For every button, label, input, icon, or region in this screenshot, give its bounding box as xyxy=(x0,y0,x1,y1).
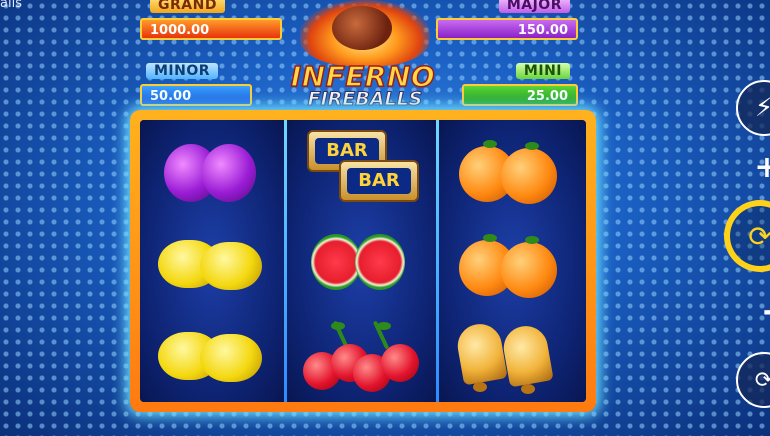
bar-symbol-bottom: BAR xyxy=(339,160,419,202)
jackpot-grand: 1000.00 GRAND xyxy=(136,0,286,40)
symbol-watermelons xyxy=(287,214,436,308)
jackpot-mini: 25.00 MINI xyxy=(458,63,582,106)
orange-leaf xyxy=(525,142,539,150)
autoplay-icon: ⟳ xyxy=(754,367,770,393)
logo-subtitle: FIREBALLS xyxy=(307,88,423,111)
reel-area: BAR BAR xyxy=(140,120,586,402)
jackpot-grand-label: GRAND xyxy=(150,0,225,13)
jackpot-major-label: MAJOR xyxy=(498,0,570,13)
symbol-oranges xyxy=(439,120,586,214)
symbol-oranges xyxy=(439,214,586,308)
bet-increase-button[interactable]: + xyxy=(752,150,770,185)
bell-clapper xyxy=(521,384,535,394)
jackpot-grand-value: 1000.00 xyxy=(140,18,282,40)
orange-leaf xyxy=(483,140,497,148)
jackpot-mini-label: MINI xyxy=(515,63,570,79)
symbol-lemons xyxy=(140,214,284,308)
watermelon xyxy=(311,234,361,290)
cherry xyxy=(381,344,419,382)
autoplay-button[interactable]: ⟳ xyxy=(736,352,770,408)
bell xyxy=(500,322,554,388)
lemon xyxy=(200,334,262,382)
watermelon xyxy=(355,234,405,290)
jackpot-minor: 50.00 MINOR xyxy=(136,63,256,106)
jackpot-minor-value: 50.00 xyxy=(140,84,252,106)
spin-button[interactable]: ⟳ xyxy=(724,200,770,272)
browser-tab-title: alls xyxy=(0,0,22,11)
plum xyxy=(202,144,256,202)
reel-frame: BAR BAR xyxy=(130,110,596,412)
symbol-lemons xyxy=(140,308,284,402)
cherry-leaf xyxy=(377,322,391,330)
symbol-plums xyxy=(140,120,284,214)
symbol-bells xyxy=(439,308,586,402)
lemon xyxy=(200,242,262,290)
jackpot-mini-value: 25.00 xyxy=(462,84,578,106)
lightning-icon: ⚡ xyxy=(754,93,770,123)
spin-arrow-icon: ⟳ xyxy=(748,219,770,253)
cherry-leaf xyxy=(331,322,345,330)
bell xyxy=(454,320,508,386)
bet-decrease-button[interactable]: - xyxy=(754,294,770,329)
bell-clapper xyxy=(473,382,487,392)
bar-label: BAR xyxy=(347,168,411,194)
jackpot-major: 150.00 MAJOR xyxy=(432,0,582,40)
logo-fireball xyxy=(332,6,392,50)
orange-leaf xyxy=(525,236,539,244)
symbol-bar: BAR BAR xyxy=(287,120,436,214)
jackpot-major-value: 150.00 xyxy=(436,18,578,40)
turbo-button[interactable]: ⚡ xyxy=(736,80,770,136)
orange xyxy=(501,242,557,298)
orange-leaf xyxy=(483,234,497,242)
symbol-cherries xyxy=(287,308,436,402)
jackpot-minor-label: MINOR xyxy=(146,63,219,79)
orange xyxy=(501,148,557,204)
